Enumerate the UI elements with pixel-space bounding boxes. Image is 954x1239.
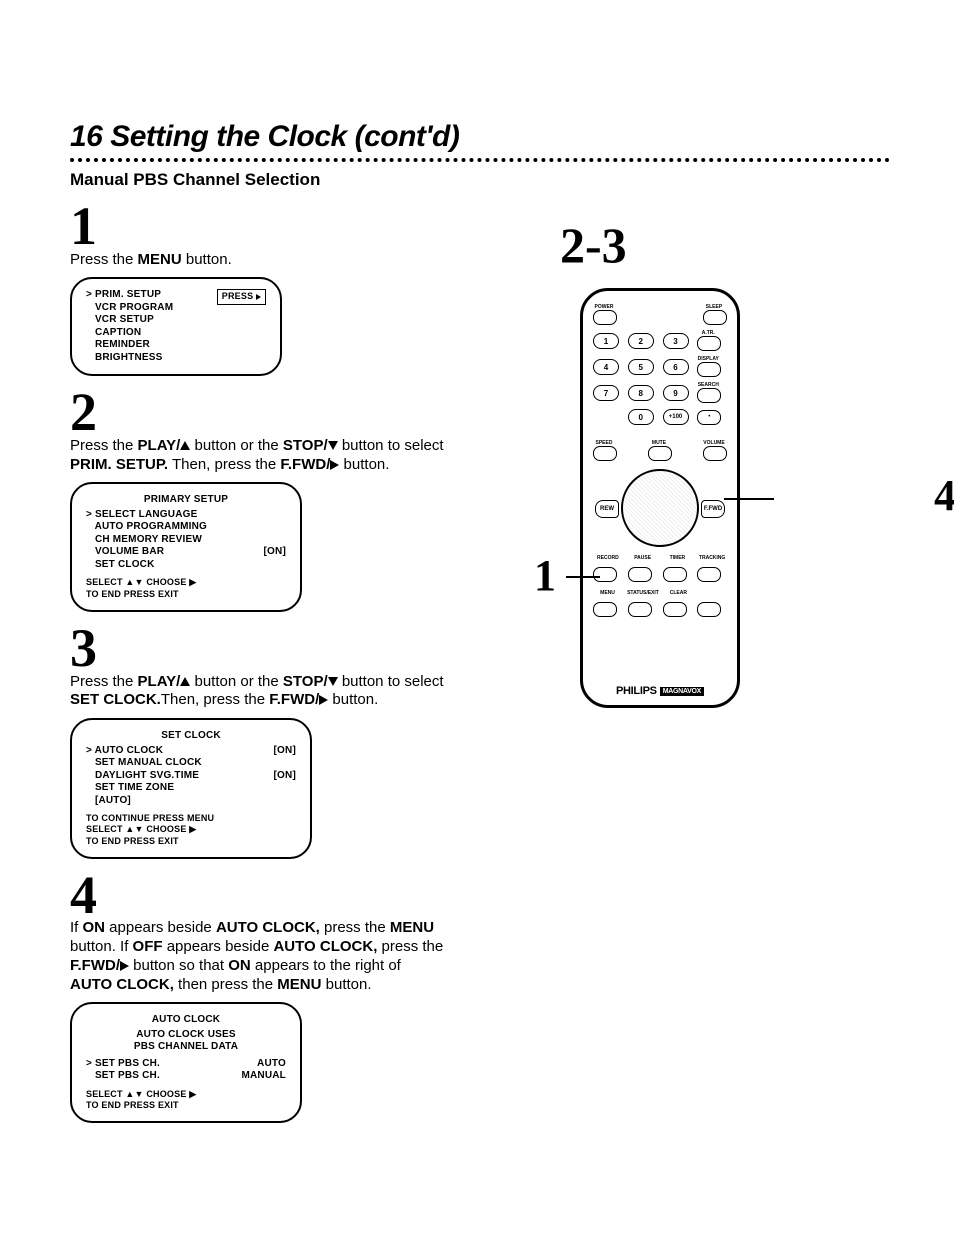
step-2-text: Press the PLAY/ button or the STOP/ butt…	[70, 437, 510, 475]
down-triangle-icon	[328, 677, 338, 686]
rew-button[interactable]: REW	[595, 500, 619, 518]
num-3-button[interactable]: 3	[663, 333, 689, 349]
sleep-button[interactable]	[703, 310, 727, 325]
remote-control: POWER SLEEP 1 2 3 A.TR. 4 5 6	[580, 288, 740, 708]
callout-4: 4	[934, 470, 954, 521]
num-4-button[interactable]: 4	[593, 359, 619, 375]
num-8-button[interactable]: 8	[628, 385, 654, 401]
num-5-button[interactable]: 5	[628, 359, 654, 375]
record-button[interactable]	[593, 567, 617, 582]
pause-button[interactable]	[628, 567, 652, 582]
step-3-text: Press the PLAY/ button or the STOP/ butt…	[70, 673, 510, 711]
num-2-button[interactable]: 2	[628, 333, 654, 349]
dot-button[interactable]: •	[697, 410, 721, 425]
step-1-number: 1	[70, 202, 510, 251]
plus100-button[interactable]: +100	[663, 409, 689, 425]
callout-1: 1	[534, 550, 556, 601]
callout-line-4	[724, 498, 774, 500]
menu-button[interactable]	[593, 602, 617, 617]
down-triangle-icon	[328, 441, 338, 450]
step-4-text: If ON appears beside AUTO CLOCK, press t…	[70, 919, 510, 994]
step-4-number: 4	[70, 871, 510, 920]
extra-button[interactable]	[697, 602, 721, 617]
remote-brand: PHILIPSMAGNAVOX	[593, 685, 727, 697]
page-title: 16 Setting the Clock (cont'd)	[70, 120, 914, 154]
display-button[interactable]	[697, 362, 721, 377]
screen-3: SET CLOCK > AUTO CLOCK[ON] SET MANUAL CL…	[70, 718, 312, 859]
step-1-text: Press the MENU button.	[70, 251, 510, 270]
mute-button[interactable]	[648, 446, 672, 461]
screen-1: PRESS > PRIM. SETUP VCR PROGRAM VCR SETU…	[70, 277, 282, 376]
ffwd-button[interactable]: F.FWD	[701, 500, 725, 518]
num-7-button[interactable]: 7	[593, 385, 619, 401]
atr-button[interactable]	[697, 336, 721, 351]
dotted-divider	[70, 158, 890, 162]
right-column: 2-3 1 4 POWER SLEEP 1 2	[550, 196, 914, 1135]
right-triangle-icon	[319, 695, 328, 705]
step-2-number: 2	[70, 388, 510, 437]
columns: 1 Press the MENU button. PRESS > PRIM. S…	[70, 196, 914, 1135]
remote-step-label: 2-3	[560, 216, 914, 274]
manual-page: 16 Setting the Clock (cont'd) Manual PBS…	[0, 0, 954, 1239]
volume-button[interactable]	[703, 446, 727, 461]
timer-button[interactable]	[663, 567, 687, 582]
speed-button[interactable]	[593, 446, 617, 461]
remote-wrap: 1 4 POWER SLEEP 1 2 3 A.	[580, 288, 914, 708]
up-triangle-icon	[180, 441, 190, 450]
search-button[interactable]	[697, 388, 721, 403]
num-0-button[interactable]: 0	[628, 409, 654, 425]
num-9-button[interactable]: 9	[663, 385, 689, 401]
dpad-ring	[621, 469, 699, 547]
tracking-button[interactable]	[697, 567, 721, 582]
press-box: PRESS	[217, 289, 266, 304]
right-triangle-icon	[330, 460, 339, 470]
title-text: Setting the Clock (cont'd)	[110, 120, 459, 153]
right-triangle-icon	[256, 294, 261, 300]
up-triangle-icon	[180, 677, 190, 686]
page-number: 16	[70, 120, 102, 153]
callout-line-1	[566, 576, 600, 578]
dpad: REW F.FWD	[593, 469, 727, 547]
left-column: 1 Press the MENU button. PRESS > PRIM. S…	[70, 196, 510, 1135]
right-triangle-icon	[120, 961, 129, 971]
num-6-button[interactable]: 6	[663, 359, 689, 375]
screen-2: PRIMARY SETUP > SELECT LANGUAGE AUTO PRO…	[70, 482, 302, 612]
power-button[interactable]	[593, 310, 617, 325]
num-1-button[interactable]: 1	[593, 333, 619, 349]
status-exit-button[interactable]	[628, 602, 652, 617]
section-subhead: Manual PBS Channel Selection	[70, 170, 914, 190]
clear-button[interactable]	[663, 602, 687, 617]
step-3-number: 3	[70, 624, 510, 673]
screen-4: AUTO CLOCK AUTO CLOCK USES PBS CHANNEL D…	[70, 1002, 302, 1123]
